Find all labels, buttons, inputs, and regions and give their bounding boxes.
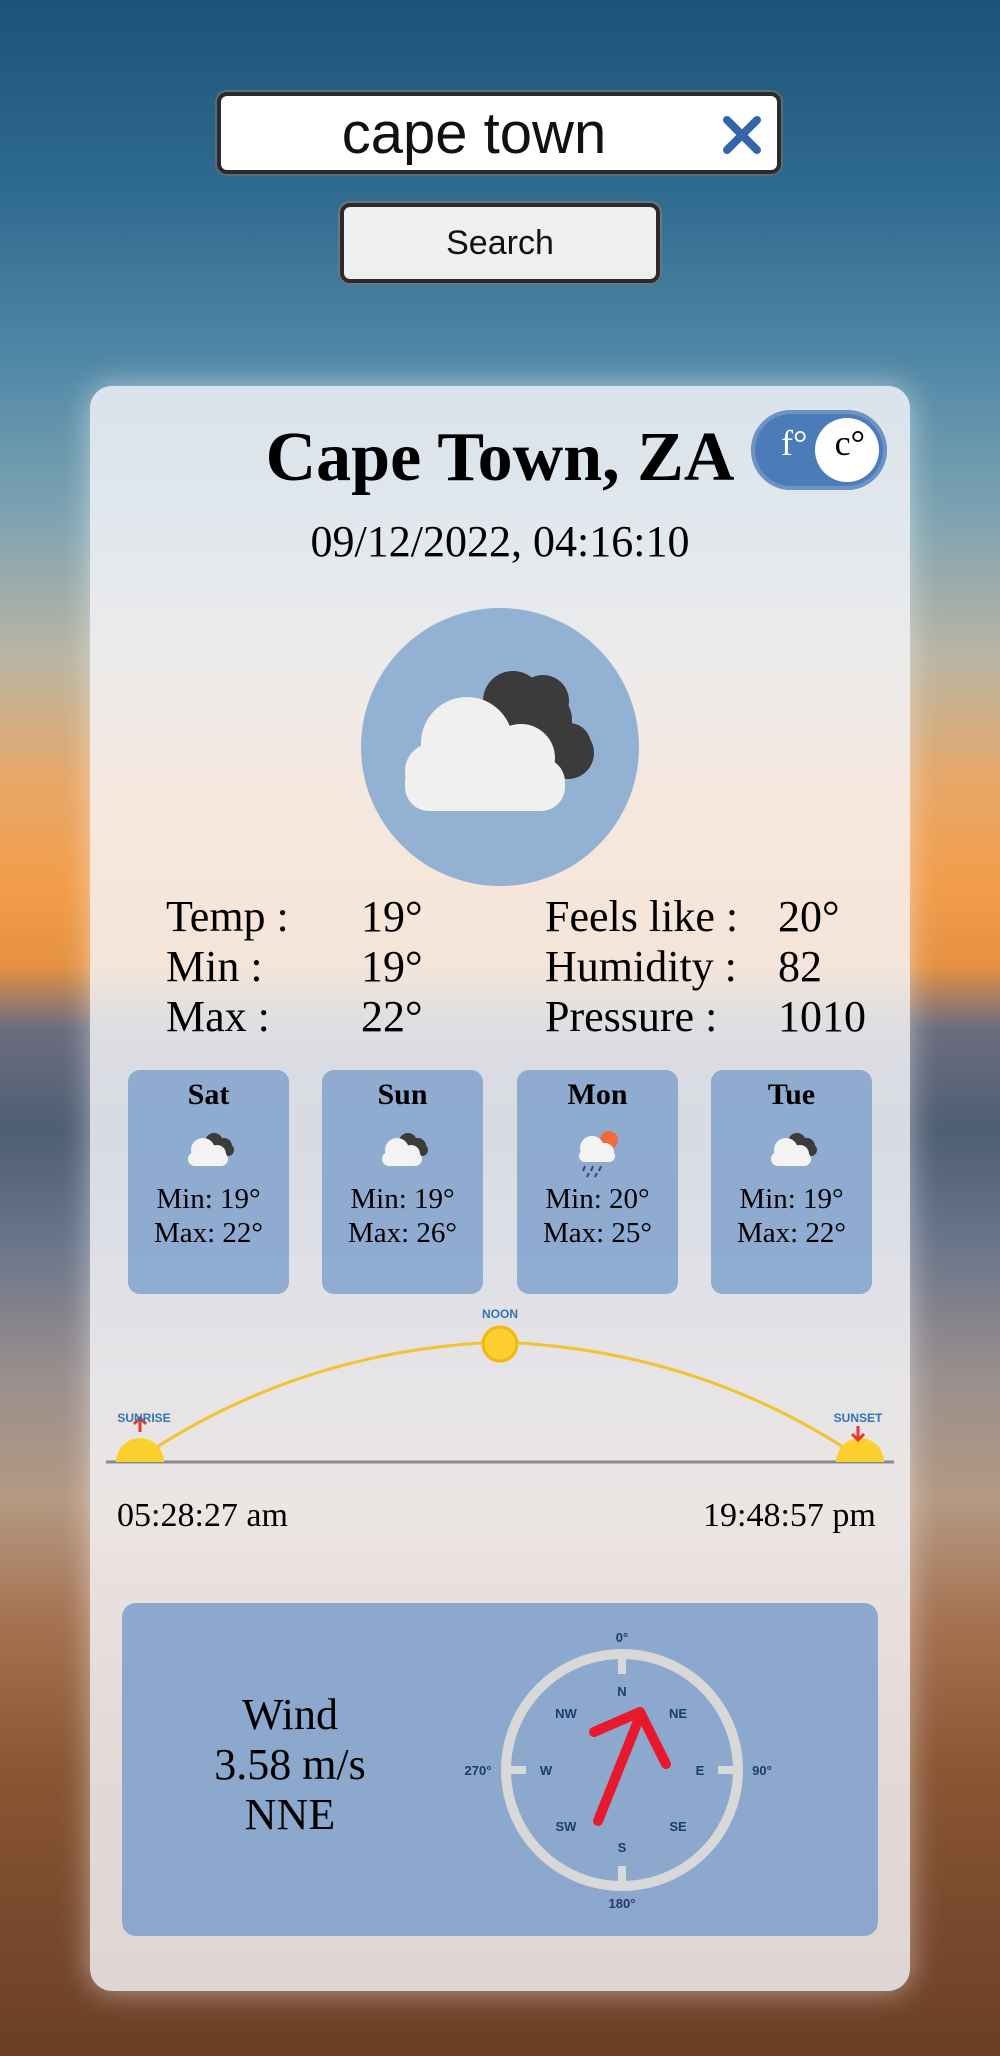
pressure-label: Pressure : bbox=[545, 992, 718, 1041]
wind-info: Wind 3.58 m/s NNE bbox=[150, 1690, 430, 1840]
forecast-min: Min: 19° bbox=[739, 1183, 844, 1215]
sunrise-label: SUNRISE bbox=[117, 1411, 170, 1425]
compass-270-label: 270° bbox=[465, 1763, 492, 1778]
cloudy-icon bbox=[711, 1112, 872, 1182]
compass-w: W bbox=[540, 1763, 553, 1778]
sunrise-time: 05:28:27 am bbox=[117, 1497, 288, 1534]
compass-se: SE bbox=[669, 1819, 687, 1834]
forecast-day-name: Tue bbox=[767, 1078, 816, 1111]
forecast-max: Max: 22° bbox=[736, 1217, 847, 1249]
forecast-day-card[interactable]: Sun Min: 19° Max: 26° bbox=[322, 1070, 483, 1294]
wind-title: Wind bbox=[242, 1690, 338, 1739]
max-label: Max : bbox=[166, 992, 270, 1041]
humidity-value: 82 bbox=[778, 942, 822, 991]
forecast-day-name: Mon bbox=[567, 1078, 628, 1111]
forecast-max: Max: 25° bbox=[542, 1217, 653, 1249]
feels-like-label: Feels like : bbox=[545, 892, 739, 941]
min-value: 19° bbox=[361, 942, 423, 991]
feels-like-value: 20° bbox=[778, 892, 840, 941]
forecast-day-name: Sat bbox=[187, 1078, 230, 1111]
noon-sun-icon bbox=[481, 1325, 519, 1363]
wind-direction: NNE bbox=[244, 1790, 336, 1839]
stats-right-values: 20° 82 1010 bbox=[778, 892, 866, 1042]
wind-arrow-icon bbox=[589, 1707, 671, 1826]
forecast-day-card[interactable]: Tue Min: 19° Max: 22° bbox=[711, 1070, 872, 1294]
pressure-value: 1010 bbox=[778, 992, 866, 1041]
forecast-min: Min: 20° bbox=[545, 1183, 650, 1215]
current-weather-icon bbox=[361, 608, 639, 886]
forecast-day-card[interactable]: Mon Min: 20° Max: 25° bbox=[517, 1070, 678, 1294]
forecast-min: Min: 19° bbox=[350, 1183, 455, 1215]
sunset-time: 19:48:57 pm bbox=[703, 1497, 876, 1534]
compass-sw: SW bbox=[556, 1819, 578, 1834]
forecast-max: Max: 26° bbox=[347, 1217, 458, 1249]
compass-90-label: 90° bbox=[752, 1763, 772, 1778]
forecast-max: Max: 22° bbox=[153, 1217, 264, 1249]
wind-speed: 3.58 m/s bbox=[214, 1740, 366, 1789]
celsius-label: c° bbox=[834, 423, 865, 463]
forecast-day-name: Sun bbox=[377, 1078, 428, 1111]
search-button[interactable]: Search bbox=[340, 203, 660, 283]
compass-s: S bbox=[618, 1840, 627, 1855]
noon-label: NOON bbox=[482, 1307, 518, 1321]
cloudy-icon bbox=[322, 1112, 483, 1182]
temp-value: 19° bbox=[361, 892, 423, 941]
cloudy-icon bbox=[128, 1112, 289, 1182]
forecast-day-card[interactable]: Sat Min: 19° Max: 22° bbox=[128, 1070, 289, 1294]
search-box bbox=[217, 92, 781, 174]
clear-icon[interactable] bbox=[715, 108, 769, 162]
unit-toggle[interactable]: f° c° bbox=[751, 410, 887, 490]
cloudy-icon bbox=[405, 671, 594, 811]
compass-n: N bbox=[617, 1684, 626, 1699]
wind-compass: 0° 90° 180° 270° N NE E SE S SW W NW bbox=[465, 1630, 772, 1911]
stats-right-labels: Feels like : Humidity : Pressure : bbox=[545, 892, 738, 1042]
compass-nw: NW bbox=[555, 1706, 577, 1721]
stats-left-labels: Temp : Min : Max : bbox=[166, 892, 289, 1042]
max-value: 22° bbox=[361, 992, 423, 1041]
sun-path-graphic: SUNRISE NOON SUNSET bbox=[106, 1307, 894, 1464]
search-input[interactable] bbox=[221, 96, 777, 170]
local-datetime: 09/12/2022, 04:16:10 bbox=[310, 517, 690, 566]
sunset-sun-icon bbox=[836, 1426, 884, 1462]
compass-180-label: 180° bbox=[609, 1896, 636, 1911]
stats-left-values: 19° 19° 22° bbox=[361, 892, 423, 1042]
min-label: Min : bbox=[166, 942, 263, 991]
sunset-label: SUNSET bbox=[834, 1411, 883, 1425]
compass-ne: NE bbox=[669, 1706, 687, 1721]
forecast-min: Min: 19° bbox=[156, 1183, 261, 1215]
fahrenheit-label: f° bbox=[781, 423, 808, 463]
compass-e: E bbox=[696, 1763, 705, 1778]
compass-0-label: 0° bbox=[616, 1630, 628, 1645]
rain-icon bbox=[517, 1112, 678, 1182]
humidity-label: Humidity : bbox=[545, 942, 737, 991]
temp-label: Temp : bbox=[166, 892, 289, 941]
